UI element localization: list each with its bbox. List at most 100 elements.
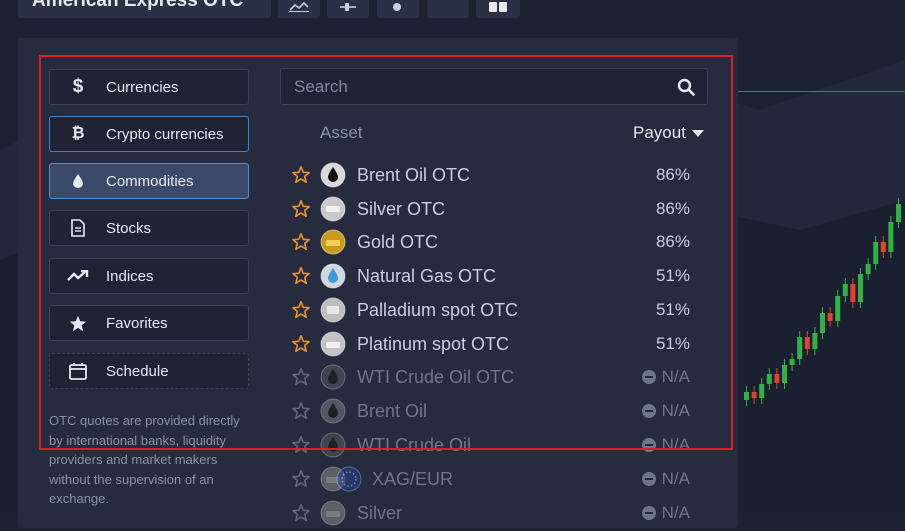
unavailable-icon: [641, 438, 656, 452]
oil-drop-icon: [320, 364, 346, 390]
layout-button[interactable]: [476, 0, 520, 18]
asset-name: Silver OTC: [357, 199, 446, 219]
category-label: Schedule: [106, 362, 169, 380]
asset-payout: 86%: [656, 232, 690, 252]
payout-value: N/A: [661, 367, 690, 386]
category-indices[interactable]: Indices: [49, 258, 249, 294]
asset-row[interactable]: XAG/EUR N/A: [290, 464, 710, 494]
silver-bar-icon: [320, 196, 346, 222]
favorite-star-icon[interactable]: [292, 165, 310, 188]
category-label: Crypto currencies: [106, 125, 224, 143]
asset-name: Natural Gas OTC: [357, 266, 497, 286]
candle-body: [865, 264, 871, 274]
oil-drop-icon: [320, 432, 346, 458]
search-icon[interactable]: [677, 78, 695, 101]
asset-selector-button[interactable]: American Express OTC: [18, 0, 271, 18]
timeframe-button[interactable]: [427, 0, 469, 18]
euro-flag-icon: [336, 466, 362, 492]
favorite-star-icon[interactable]: [292, 435, 310, 458]
favorite-star-icon[interactable]: [292, 469, 310, 492]
payout-value: 51%: [655, 266, 690, 285]
unavailable-icon: [641, 472, 656, 486]
drop-icon: [50, 174, 106, 188]
category-commodities[interactable]: Commodities: [49, 163, 249, 199]
payout-value: N/A: [661, 469, 690, 488]
payout-header-label: Payout: [633, 123, 686, 142]
oil-drop-icon: [320, 162, 346, 188]
search-input[interactable]: [281, 75, 666, 98]
asset-row[interactable]: Palladium spot OTC 51%: [290, 295, 710, 325]
asset-name: Gold OTC: [357, 232, 439, 252]
category-schedule[interactable]: Schedule: [49, 353, 249, 389]
payout-value: 51%: [655, 334, 690, 353]
asset-row[interactable]: Silver N/A: [290, 498, 710, 528]
candle-body: [880, 242, 886, 252]
asset-payout: 86%: [656, 165, 690, 185]
asset-name: Palladium spot OTC: [357, 300, 519, 320]
indicators-button[interactable]: [327, 0, 369, 18]
gas-drop-icon: [320, 263, 346, 289]
asset-row[interactable]: WTI Crude Oil OTC N/A: [290, 362, 710, 392]
asset-row[interactable]: Silver OTC 86%: [290, 194, 710, 224]
favorite-star-icon[interactable]: [292, 300, 310, 323]
favorite-star-icon[interactable]: [292, 334, 310, 357]
category-label: Indices: [106, 267, 154, 285]
category-label: Stocks: [106, 219, 152, 237]
asset-row[interactable]: Brent Oil N/A: [290, 396, 710, 426]
asset-payout: N/A: [641, 367, 690, 387]
candle-body: [896, 204, 901, 222]
asset-row[interactable]: Brent Oil OTC 86%: [290, 160, 710, 190]
unavailable-icon: [641, 404, 656, 418]
category-stocks[interactable]: Stocks: [49, 210, 249, 246]
asset-name: Platinum spot OTC: [357, 334, 510, 354]
otc-note: OTC quotes are provided directly by inte…: [49, 413, 240, 506]
gold-bar-icon: [320, 229, 346, 255]
search-box[interactable]: [280, 68, 708, 105]
payout-value: 51%: [655, 300, 690, 319]
candle-body: [858, 274, 863, 302]
candle-body: [782, 365, 787, 383]
candle-body: [827, 313, 833, 321]
current-price-line: [738, 91, 905, 92]
unavailable-icon: [641, 370, 656, 384]
platinum-bar-icon: [320, 331, 346, 357]
candle-body: [766, 374, 772, 384]
asset-name: Brent Oil: [357, 401, 428, 421]
column-header-asset[interactable]: Asset: [320, 123, 363, 143]
asset-payout: 51%: [656, 266, 690, 286]
asset-row[interactable]: Platinum spot OTC 51%: [290, 329, 710, 359]
favorite-star-icon[interactable]: [292, 503, 310, 526]
asset-name: WTI Crude Oil: [357, 435, 472, 455]
column-header-payout[interactable]: Payout: [633, 123, 704, 143]
favorite-star-icon[interactable]: [292, 401, 310, 424]
asset-payout: N/A: [641, 503, 690, 523]
asset-name: WTI Crude Oil OTC: [357, 367, 515, 387]
payout-value: N/A: [661, 435, 690, 454]
chart-type-button[interactable]: [278, 0, 320, 18]
favorite-star-icon[interactable]: [292, 367, 310, 390]
candle-body: [888, 222, 894, 252]
favorite-star-icon[interactable]: [292, 266, 310, 289]
asset-title-label: American Express OTC: [32, 0, 244, 11]
candle-body: [812, 333, 818, 349]
drawing-tools-button[interactable]: [377, 0, 419, 18]
asset-name: XAG/EUR: [372, 469, 454, 489]
candle-body: [751, 392, 757, 398]
favorite-star-icon[interactable]: [292, 199, 310, 222]
payout-value: N/A: [661, 401, 690, 420]
asset-payout: 51%: [656, 300, 690, 320]
category-currencies[interactable]: $ Currencies: [49, 69, 249, 105]
favorite-star-icon[interactable]: [292, 232, 310, 255]
candle-body: [744, 392, 749, 400]
candle-body: [797, 337, 803, 359]
category-favorites[interactable]: Favorites: [49, 305, 249, 341]
sliders-icon: [340, 3, 356, 11]
asset-payout: N/A: [641, 435, 690, 455]
asset-row[interactable]: Gold OTC 86%: [290, 227, 710, 257]
asset-payout: 86%: [656, 199, 690, 219]
payout-value: 86%: [655, 165, 690, 184]
category-crypto-currencies[interactable]: ₿ Crypto currencies: [49, 116, 249, 152]
candle-body: [789, 359, 795, 365]
asset-row[interactable]: WTI Crude Oil N/A: [290, 430, 710, 460]
asset-row[interactable]: Natural Gas OTC 51%: [290, 261, 710, 291]
